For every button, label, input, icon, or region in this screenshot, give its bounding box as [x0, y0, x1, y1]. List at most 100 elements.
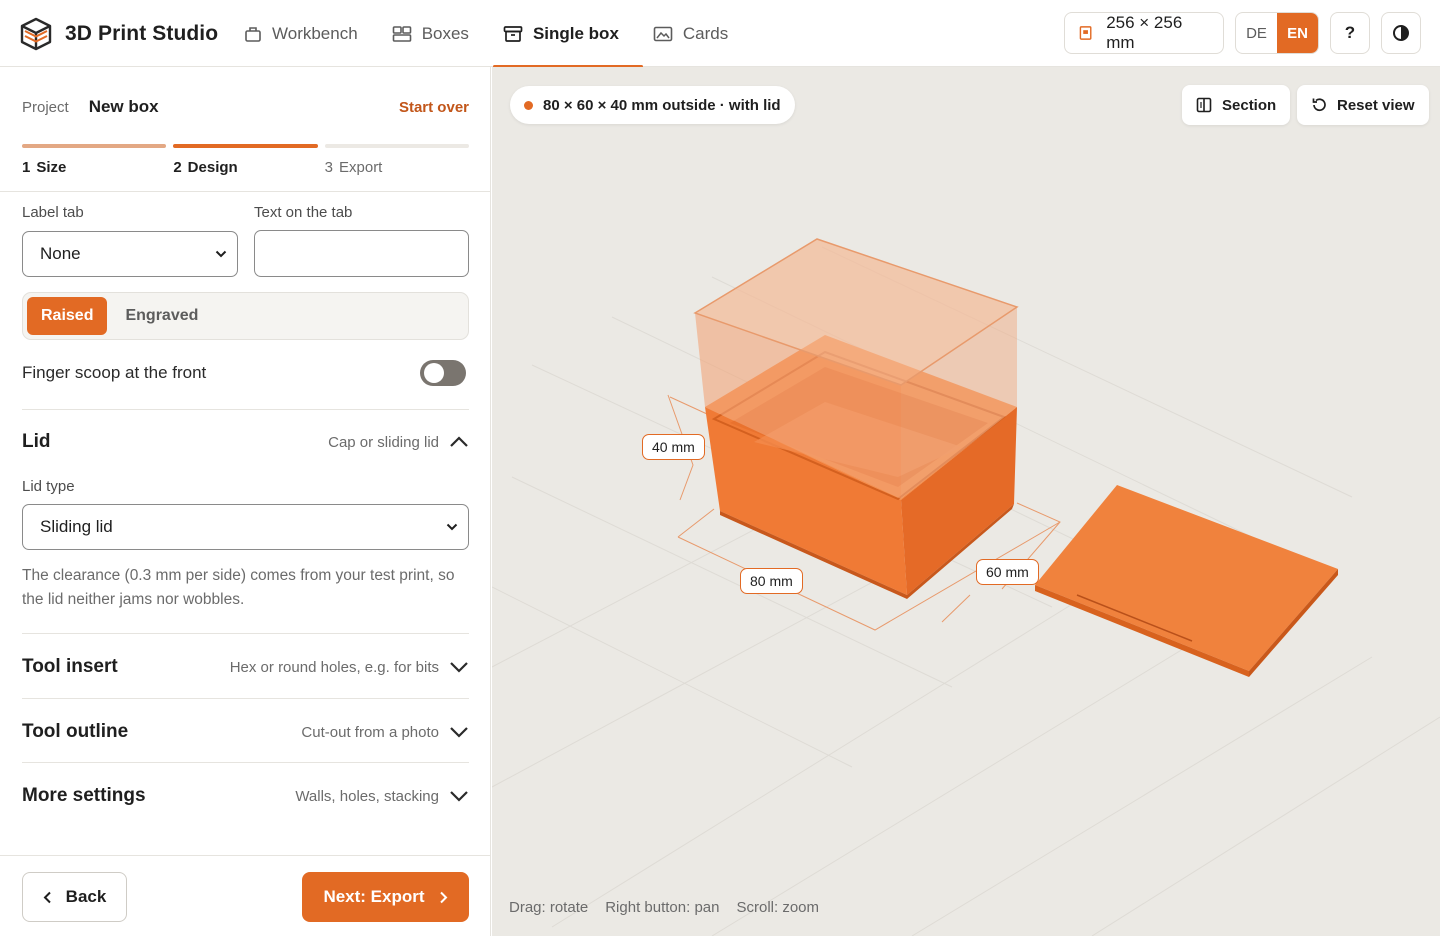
chevron-right-icon [439, 891, 447, 903]
chevron-down-icon [446, 523, 458, 531]
section-view-button[interactable]: Section [1182, 85, 1291, 125]
lid-plate [1035, 485, 1338, 677]
hint-pan: Right button: pan [605, 899, 720, 916]
reset-icon [1312, 98, 1326, 112]
label-tab-select[interactable]: None [22, 231, 238, 277]
label-tab-label: Label tab [22, 204, 84, 221]
tool-outline-section-header[interactable]: Tool outline Cut-out from a photo [22, 721, 469, 743]
step-design[interactable]: 2 Design [173, 144, 318, 176]
start-over-link[interactable]: Start over [399, 99, 469, 116]
section-hint: Hex or round holes, e.g. for bits [229, 658, 439, 676]
section-title: Tool insert [22, 656, 118, 677]
section-hint: Walls, holes, stacking [295, 787, 439, 805]
boxes-icon [392, 25, 411, 42]
more-settings-section-header[interactable]: More settings Walls, holes, stacking [22, 785, 469, 807]
divider [22, 633, 469, 634]
control-hints: Drag: rotate Right button: pan Scroll: z… [509, 899, 819, 916]
nav-label: Single box [532, 23, 619, 43]
cards-icon [653, 26, 673, 41]
reset-view-button[interactable]: Reset view [1297, 85, 1429, 125]
single-box-icon [503, 25, 523, 42]
lid-type-label: Lid type [22, 478, 75, 495]
section-label: Section [1222, 96, 1277, 114]
theme-toggle-button[interactable] [1381, 12, 1421, 54]
engraved-option[interactable]: Engraved [111, 297, 212, 335]
app-title: 3D Print Studio [65, 22, 219, 45]
step-progress-bar [22, 144, 167, 148]
divider [22, 698, 469, 699]
lid-type-value: Sliding lid [40, 517, 113, 536]
chevron-left-icon [43, 891, 51, 903]
nav-cards[interactable]: Cards [649, 0, 746, 67]
panel-footer: Back Next: Export [0, 855, 491, 936]
tab-text-label: Text on the tab [254, 204, 353, 221]
lid-type-select[interactable]: Sliding lid [22, 504, 469, 550]
section-hint: Cap or sliding lid [328, 433, 439, 451]
nav-workbench[interactable]: Workbench [240, 0, 376, 67]
back-button[interactable]: Back [22, 872, 127, 922]
step-size[interactable]: 1 Size [22, 144, 167, 176]
next-label: Next: Export [323, 887, 425, 906]
contrast-icon [1393, 25, 1409, 41]
bed-size-button[interactable]: 256 × 256 mm [1064, 12, 1224, 54]
nav-label: Cards [682, 23, 729, 43]
toggle-knob [424, 363, 444, 383]
section-icon [1196, 97, 1212, 113]
top-bar: 3D Print Studio Workbench Boxes Single b… [0, 0, 1440, 68]
hint-rotate: Drag: rotate [509, 899, 589, 916]
step-progress-bar [324, 144, 469, 148]
tool-insert-section-header[interactable]: Tool insert Hex or round holes, e.g. for… [22, 656, 469, 678]
divider [22, 409, 469, 410]
finger-scoop-row: Finger scoop at the front [22, 357, 469, 389]
box-logo-icon [20, 17, 52, 51]
help-button[interactable]: ? [1330, 12, 1370, 54]
dimension-info-text: 80 × 60 × 40 mm outside · with lid [543, 96, 781, 114]
nav-label: Boxes [421, 23, 469, 43]
nav-boxes[interactable]: Boxes [388, 0, 487, 67]
language-switch: DE EN [1235, 12, 1319, 54]
section-hint: Cut-out from a photo [301, 723, 439, 741]
status-dot [524, 100, 533, 110]
settings-panel: Project New box Start over 1 Size 2 Design… [0, 67, 491, 936]
step-progress-bar [173, 144, 318, 148]
lang-de-button[interactable]: DE [1236, 13, 1277, 53]
step-label: 3 Export [324, 159, 383, 176]
dimension-info-chip: 80 × 60 × 40 mm outside · with lid [510, 86, 795, 124]
step-export[interactable]: 3 Export [324, 144, 469, 176]
main-nav: Workbench Boxes Single box Cards [240, 0, 758, 68]
section-title: More settings [22, 785, 146, 806]
top-right-controls: 256 × 256 mm DE EN ? [1064, 12, 1421, 54]
box-preview [492, 238, 1440, 936]
project-name[interactable]: New box [89, 97, 159, 117]
next-export-button[interactable]: Next: Export [302, 872, 469, 922]
depth-dimension-label: 60 mm [976, 559, 1039, 585]
hint-zoom: Scroll: zoom [736, 899, 820, 916]
bed-size-value: 256 × 256 mm [1106, 13, 1183, 52]
back-label: Back [65, 887, 107, 906]
raised-option[interactable]: Raised [27, 297, 108, 335]
3d-viewport[interactable]: 80 × 60 × 40 mm outside · with lid Secti… [492, 67, 1440, 936]
text-style-segmented: Raised Engraved [22, 292, 469, 340]
nav-label: Workbench [272, 23, 358, 43]
divider [22, 762, 469, 763]
chevron-up-icon [450, 436, 468, 447]
height-dimension-label: 40 mm [642, 434, 705, 460]
chevron-down-icon [215, 250, 227, 258]
brand[interactable]: 3D Print Studio [20, 17, 218, 51]
lid-section-header[interactable]: Lid Cap or sliding lid [22, 431, 469, 453]
chevron-down-icon [450, 791, 468, 802]
divider [0, 191, 491, 192]
reset-label: Reset view [1337, 96, 1415, 114]
section-title: Lid [22, 431, 51, 452]
section-title: Tool outline [22, 721, 129, 742]
finger-scoop-label: Finger scoop at the front [22, 363, 207, 382]
lang-en-button[interactable]: EN [1277, 13, 1318, 53]
finger-scoop-toggle[interactable] [420, 360, 466, 386]
stepper: 1 Size 2 Design 3 Export [22, 144, 469, 176]
tab-text-input[interactable] [254, 230, 469, 277]
width-dimension-label: 80 mm [740, 568, 803, 594]
project-row: Project New box Start over [22, 97, 469, 117]
printer-icon [1079, 26, 1092, 40]
chevron-down-icon [450, 662, 468, 673]
nav-single-box[interactable]: Single box [492, 0, 643, 68]
